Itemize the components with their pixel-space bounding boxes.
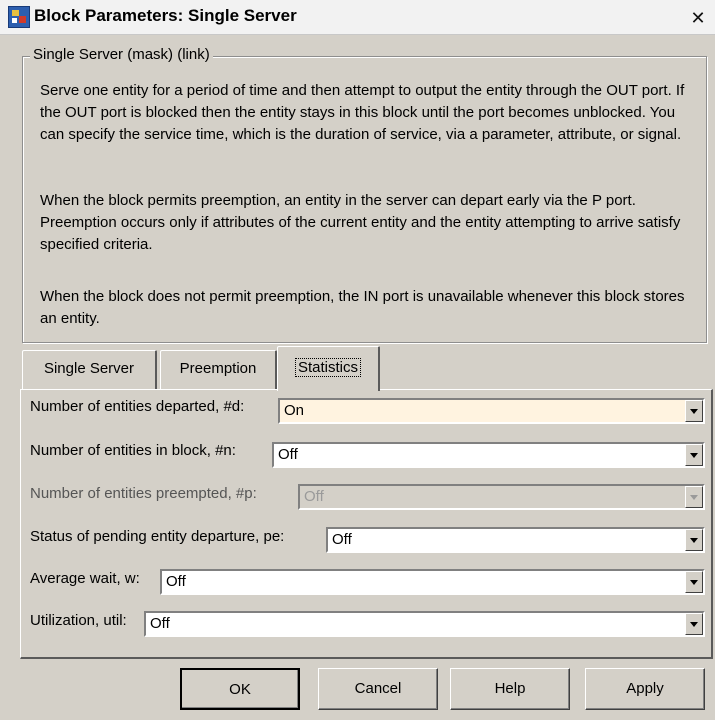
- ok-button[interactable]: OK: [180, 668, 300, 710]
- in-block-count-label: Number of entities in block, #n:: [30, 442, 236, 459]
- average-wait-dropdown[interactable]: Off: [160, 569, 705, 595]
- pending-departure-label: Status of pending entity departure, pe:: [30, 528, 285, 545]
- tab-preemption[interactable]: Preemption: [160, 350, 277, 389]
- block-parameters-dialog: Block Parameters: Single Server ✕ Single…: [0, 0, 715, 720]
- preempted-count-label: Number of entities preempted, #p:: [30, 485, 257, 502]
- in-block-count-dropdown[interactable]: Off: [272, 442, 705, 468]
- help-button[interactable]: Help: [450, 668, 570, 710]
- preempted-count-dropdown: Off: [298, 484, 705, 510]
- chevron-down-icon[interactable]: [685, 613, 703, 635]
- departed-count-label: Number of entities departed, #d:: [30, 398, 245, 415]
- chevron-down-icon[interactable]: [685, 529, 703, 551]
- chevron-down-icon[interactable]: [685, 444, 703, 466]
- utilization-value: Off: [150, 615, 170, 632]
- preempted-count-value: Off: [304, 488, 324, 505]
- title-bar[interactable]: Block Parameters: Single Server ✕: [0, 0, 715, 35]
- simulink-block-icon: [8, 6, 30, 28]
- close-icon[interactable]: ✕: [688, 8, 708, 28]
- apply-button[interactable]: Apply: [585, 668, 705, 710]
- chevron-down-icon: [685, 486, 703, 508]
- description-paragraph: Serve one entity for a period of time an…: [40, 82, 685, 143]
- window-title: Block Parameters: Single Server: [34, 6, 297, 25]
- chevron-down-icon[interactable]: [685, 571, 703, 593]
- departed-count-dropdown[interactable]: On: [278, 398, 705, 424]
- tab-statistics-label: Statistics: [294, 358, 361, 377]
- utilization-dropdown[interactable]: Off: [144, 611, 705, 637]
- cancel-button[interactable]: Cancel: [318, 668, 438, 710]
- pending-departure-dropdown[interactable]: Off: [326, 527, 705, 553]
- tab-statistics[interactable]: Statistics: [277, 346, 380, 391]
- description-paragraph: When the block permits preemption, an en…: [40, 192, 681, 253]
- tab-single-server[interactable]: Single Server: [22, 350, 157, 389]
- departed-count-value: On: [284, 402, 305, 419]
- in-block-count-value: Off: [278, 446, 298, 463]
- utilization-label: Utilization, util:: [30, 612, 127, 629]
- average-wait-value: Off: [166, 573, 186, 590]
- pending-departure-value: Off: [332, 531, 352, 548]
- chevron-down-icon[interactable]: [685, 400, 703, 422]
- description-paragraph: When the block does not permit preemptio…: [40, 288, 685, 327]
- description-group-title: Single Server (mask) (link): [30, 46, 213, 63]
- average-wait-label: Average wait, w:: [30, 570, 140, 587]
